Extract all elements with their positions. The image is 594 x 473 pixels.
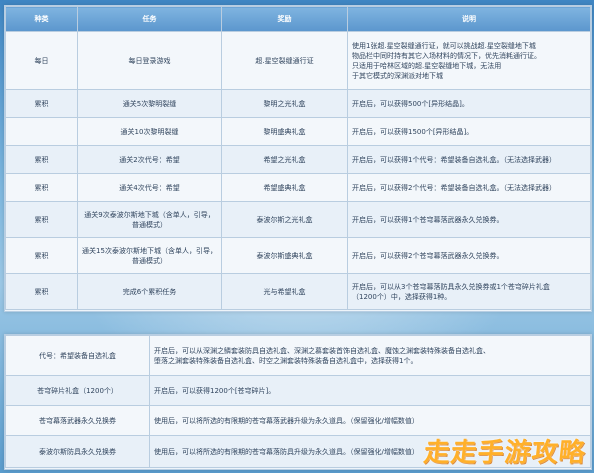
activity-table-panel: 种类 任务 奖励 说明 每日 每日登录游戏 超.星空裂缝通行证 使用1张超.星空…	[4, 5, 592, 312]
table-row: 累积 通关5次黎明裂缝 黎明之光礼盒 开启后，可以获得500个[异形结晶]。	[5, 89, 591, 118]
table-row: 通关10次黎明裂缝 黎明盛典礼盒 开启后，可以获得1500个[异形结晶]。	[5, 117, 591, 146]
desc-line: 使用1张超.星空裂缝通行证，就可以挑战超.星空裂缝地下城	[352, 41, 536, 50]
desc-line: 开启后，可以从3个苍穹幕落防具永久兑换券或1个苍穹碎片礼盒	[352, 282, 550, 291]
item-name: 苍穹幕落武器永久兑换券	[5, 405, 150, 436]
row-task: 每日登录游戏	[77, 31, 222, 90]
row-reward: 希望盛典礼盒	[221, 173, 348, 202]
desc-line: 只适用于哈林区域的超.星空裂缝地下城，无法用	[352, 61, 502, 70]
item-name: 代号：希望装备自选礼盒	[5, 335, 150, 376]
row-task: 通关15次泰波尔斯地下城（含单人，引导，普通模式）	[77, 237, 222, 274]
row-description: 开启后，可以获得500个[异形结晶]。	[347, 89, 591, 118]
row-reward: 希望之光礼盒	[221, 145, 348, 174]
item-description: 使用后，可以将所选的有限期的苍穹幕落武器升级为永久道具。（保留强化/增幅数值）	[149, 405, 591, 436]
row-description: 使用1张超.星空裂缝通行证，就可以挑战超.星空裂缝地下城 物品栏中同时持有其它入…	[347, 31, 591, 90]
desc-line: 堕落之渊套装特殊装备自选礼盒、时空之渊套装特殊装备自选礼盒中，选择获得1个。	[154, 356, 418, 365]
watermark-logo: 走走手游攻略	[422, 438, 588, 468]
row-reward: 光与希望礼盒	[221, 273, 348, 310]
row-type: 累积	[5, 273, 78, 310]
item-name: 泰波尔斯防具永久兑换券	[5, 435, 150, 468]
table-row: 累积 完成6个累积任务 光与希望礼盒 开启后，可以从3个苍穹幕落防具永久兑换券或…	[5, 273, 591, 310]
row-reward: 泰波尔斯盛典礼盒	[221, 237, 348, 274]
row-description: 开启后，可以从3个苍穹幕落防具永久兑换券或1个苍穹碎片礼盒 （1200个）中，选…	[347, 273, 591, 310]
table-row: 累积 通关2次代号：希望 希望之光礼盒 开启后，可以获得1个代号：希望装备自选礼…	[5, 145, 591, 174]
row-task: 通关5次黎明裂缝	[77, 89, 222, 118]
table-row: 累积 通关4次代号：希望 希望盛典礼盒 开启后，可以获得2个代号：希望装备自选礼…	[5, 173, 591, 202]
row-type: 累积	[5, 237, 78, 274]
table-row: 苍穹幕落武器永久兑换券 使用后，可以将所选的有限期的苍穹幕落武器升级为永久道具。…	[5, 405, 591, 436]
header-reward: 奖励	[221, 6, 348, 32]
row-reward: 黎明之光礼盒	[221, 89, 348, 118]
row-description: 开启后，可以获得1个代号：希望装备自选礼盒。（无法选择武器）	[347, 145, 591, 174]
row-type: 每日	[5, 31, 78, 90]
item-description: 开启后，可以从深渊之鳞套装防具自选礼盒、深渊之慕套装首饰自选礼盒、魔蚀之渊套装特…	[149, 335, 591, 376]
table-row: 代号：希望装备自选礼盒 开启后，可以从深渊之鳞套装防具自选礼盒、深渊之慕套装首饰…	[5, 335, 591, 376]
table-row: 每日 每日登录游戏 超.星空裂缝通行证 使用1张超.星空裂缝通行证，就可以挑战超…	[5, 31, 591, 90]
row-type: 累积	[5, 145, 78, 174]
row-reward: 黎明盛典礼盒	[221, 117, 348, 146]
item-description: 开启后，可以获得1200个[苍穹碎片]。	[149, 375, 591, 406]
table-row: 累积 通关15次泰波尔斯地下城（含单人，引导，普通模式） 泰波尔斯盛典礼盒 开启…	[5, 237, 591, 274]
row-type: 累积	[5, 173, 78, 202]
row-task: 通关4次代号：希望	[77, 173, 222, 202]
header-description: 说明	[347, 6, 591, 32]
row-description: 开启后，可以获得2个苍穹幕落武器永久兑换券。	[347, 237, 591, 274]
row-reward: 泰波尔斯之光礼盒	[221, 201, 348, 238]
row-type	[5, 117, 78, 146]
desc-line: 开启后，可以从深渊之鳞套装防具自选礼盒、深渊之慕套装首饰自选礼盒、魔蚀之渊套装特…	[154, 346, 490, 355]
desc-line: 物品栏中同时持有其它入场材料的情况下，优先消耗通行证。	[352, 51, 541, 60]
desc-line: 于其它模式的深渊派对地下城	[352, 71, 443, 80]
row-description: 开启后，可以获得2个代号：希望装备自选礼盒。（无法选择武器）	[347, 173, 591, 202]
header-type: 种类	[5, 6, 78, 32]
row-task: 完成6个累积任务	[77, 273, 222, 310]
row-type: 累积	[5, 201, 78, 238]
row-task: 通关10次黎明裂缝	[77, 117, 222, 146]
row-description: 开启后，可以获得1个苍穹幕落武器永久兑换券。	[347, 201, 591, 238]
item-name: 苍穹碎片礼盒（1200个）	[5, 375, 150, 406]
table-row: 累积 通关9次泰波尔斯地下城（含单人，引导，普通模式） 泰波尔斯之光礼盒 开启后…	[5, 201, 591, 238]
row-task: 通关9次泰波尔斯地下城（含单人，引导，普通模式）	[77, 201, 222, 238]
desc-line: （1200个）中，选择获得1种。	[352, 292, 452, 301]
table-row: 苍穹碎片礼盒（1200个） 开启后，可以获得1200个[苍穹碎片]。	[5, 375, 591, 406]
table-header-row: 种类 任务 奖励 说明	[5, 6, 591, 32]
header-task: 任务	[77, 6, 222, 32]
row-description: 开启后，可以获得1500个[异形结晶]。	[347, 117, 591, 146]
row-type: 累积	[5, 89, 78, 118]
activity-table: 种类 任务 奖励 说明 每日 每日登录游戏 超.星空裂缝通行证 使用1张超.星空…	[5, 6, 591, 310]
row-task: 通关2次代号：希望	[77, 145, 222, 174]
row-reward: 超.星空裂缝通行证	[221, 31, 348, 90]
